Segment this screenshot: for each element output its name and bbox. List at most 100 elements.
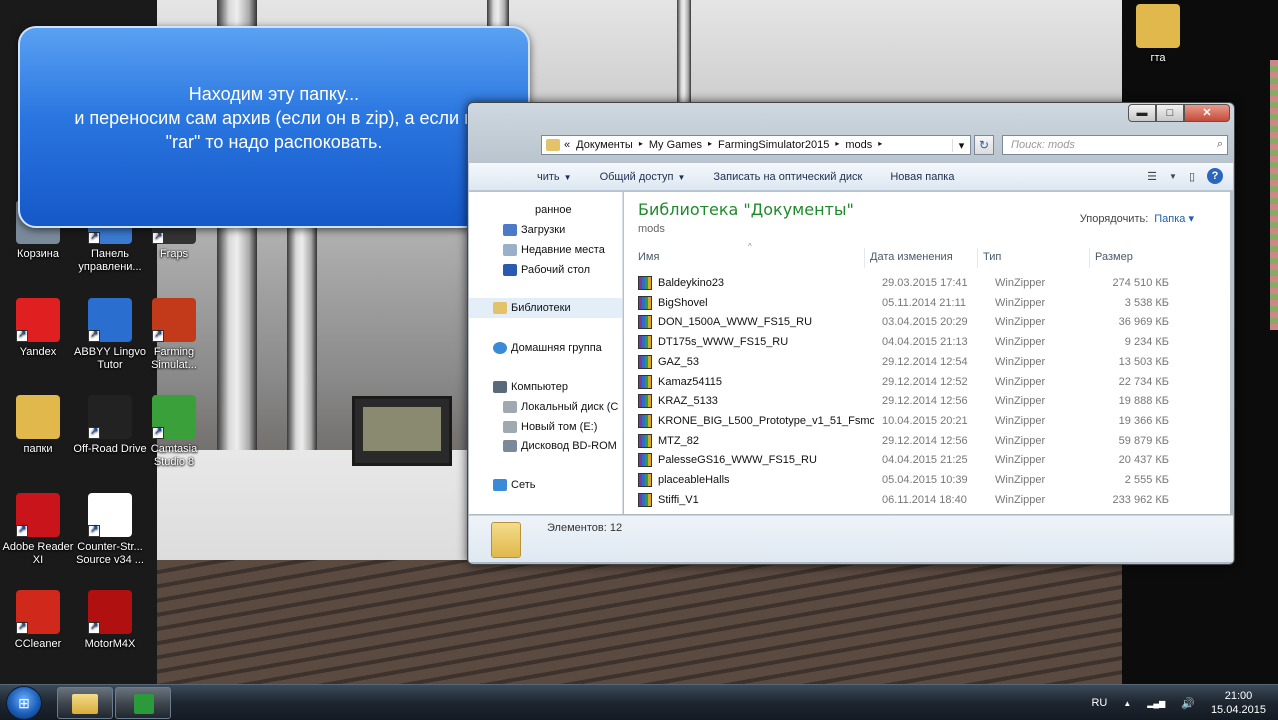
- desktop-icon-yandex[interactable]: Yandex: [0, 298, 76, 359]
- clock[interactable]: 21:00 15.04.2015: [1211, 689, 1266, 717]
- desktop-icon-adobe-reader[interactable]: Adobe Reader XI: [0, 493, 76, 567]
- breadcrumb-separator-icon[interactable]: «: [564, 139, 570, 151]
- breadcrumb-separator-icon[interactable]: ▸: [708, 139, 712, 151]
- folder-icon: [1136, 4, 1180, 48]
- address-dropdown-icon[interactable]: ▾: [952, 138, 970, 152]
- desktop-icon-motorm4x[interactable]: MotorM4X: [72, 590, 148, 651]
- language-indicator[interactable]: RU: [1091, 697, 1107, 709]
- maximize-button[interactable]: □: [1156, 104, 1184, 122]
- file-name: DT175s_WWW_FS15_RU: [658, 336, 789, 349]
- refresh-icon[interactable]: ↻: [974, 135, 994, 155]
- file-row[interactable]: placeableHalls 05.04.2015 10:39 WinZipper 2…: [638, 471, 1198, 490]
- nav-libraries[interactable]: Библиотеки: [469, 298, 622, 318]
- archive-icon: [638, 394, 652, 409]
- breadcrumb-item[interactable]: Документы: [576, 139, 633, 151]
- column-date[interactable]: Дата изменения: [870, 251, 953, 263]
- file-row[interactable]: DT175s_WWW_FS15_RU 04.04.2015 21:13 WinZip…: [638, 333, 1198, 352]
- arrange-dropdown[interactable]: Папка ▾: [1154, 213, 1194, 225]
- nav-downloads[interactable]: Загрузки: [503, 224, 565, 236]
- navigation-pane: ранное Загрузки Недавние места Рабочий с…: [469, 192, 623, 514]
- file-name: PalesseGS16_WWW_FS15_RU: [658, 454, 817, 467]
- search-icon[interactable]: ⌕: [1217, 138, 1223, 151]
- close-button[interactable]: ✕: [1184, 104, 1230, 122]
- file-size: 59 879 КБ: [1118, 434, 1169, 447]
- chevron-down-icon[interactable]: ▼: [1169, 172, 1177, 181]
- organize-button[interactable]: чить ▼: [469, 171, 586, 183]
- burn-button[interactable]: Записать на оптический диск: [699, 171, 876, 183]
- file-list-pane: Библиотека "Документы" mods Упорядочить:…: [624, 192, 1230, 514]
- taskbar-camtasia-button[interactable]: [115, 687, 171, 719]
- file-row[interactable]: GAZ_53 29.12.2014 12:54 WinZipper 13 503 КБ: [638, 353, 1198, 372]
- file-row[interactable]: Baldeykino23 29.03.2015 17:41 WinZipper 274…: [638, 274, 1198, 293]
- breadcrumb-item[interactable]: My Games: [649, 139, 702, 151]
- nav-desktop[interactable]: Рабочий стол: [503, 264, 590, 276]
- nav-recent-places[interactable]: Недавние места: [503, 244, 605, 256]
- breadcrumb-separator-icon[interactable]: ▸: [835, 139, 839, 151]
- desktop-icon-label: гта: [1150, 52, 1166, 64]
- desktop-icon-file[interactable]: Counter-Str... Source v34 ...: [72, 493, 148, 567]
- file-row[interactable]: DON_1500A_WWW_FS15_RU 03.04.2015 20:29 Win…: [638, 313, 1198, 332]
- homegroup-icon: [493, 342, 507, 354]
- nav-bd-rom[interactable]: Дисковод BD-ROM: [503, 440, 617, 452]
- column-separator[interactable]: [977, 248, 978, 268]
- volume-icon[interactable]: 🔊: [1181, 697, 1195, 710]
- share-label: Общий доступ: [599, 170, 674, 183]
- desktop-icon-ccleaner[interactable]: CCleaner: [0, 590, 76, 651]
- new-folder-button[interactable]: Новая папка: [876, 171, 968, 183]
- camtasia-icon: [152, 395, 196, 439]
- breadcrumb-item[interactable]: FarmingSimulator2015: [718, 139, 829, 151]
- file-row[interactable]: KRONE_BIG_L500_Prototype_v1_51_Fsmo... 10…: [638, 412, 1198, 431]
- nav-network[interactable]: Сеть: [493, 479, 535, 491]
- nav-local-disk[interactable]: Локальный диск (C: [503, 401, 618, 413]
- desktop-icon-camtasia[interactable]: Camtasia Studio 8: [136, 395, 212, 469]
- file-row[interactable]: Stiffi_V1 06.11.2014 18:40 WinZipper 233 96…: [638, 491, 1198, 510]
- file-size: 2 555 КБ: [1124, 474, 1169, 486]
- breadcrumb-separator-icon[interactable]: ▸: [878, 139, 882, 151]
- file-row[interactable]: Kamaz54115 29.12.2014 12:52 WinZipper 22 73…: [638, 373, 1198, 392]
- ccleaner-icon: [16, 590, 60, 634]
- preview-pane-icon[interactable]: ▯: [1189, 170, 1195, 183]
- file-row[interactable]: PalesseGS16_WWW_FS15_RU 04.04.2015 21:25 W…: [638, 451, 1198, 470]
- file-row[interactable]: BigShovel 05.11.2014 21:11 WinZipper 3 538 …: [638, 294, 1198, 313]
- breadcrumb-item[interactable]: mods: [845, 139, 872, 151]
- file-row[interactable]: MTZ_82 29.12.2014 12:56 WinZipper 59 879 КБ: [638, 432, 1198, 451]
- clock-date: 15.04.2015: [1210, 704, 1266, 716]
- address-bar[interactable]: « Документы ▸ My Games ▸ FarmingSimulator2015…: [541, 135, 971, 155]
- desktop-icon-folder[interactable]: гта: [1120, 4, 1196, 65]
- nav-computer[interactable]: Компьютер: [493, 381, 568, 393]
- archive-icon: [638, 354, 652, 369]
- search-input[interactable]: Поиск: mods ⌕: [1002, 135, 1228, 155]
- network-icon[interactable]: ▂▄▆: [1147, 699, 1165, 708]
- share-button[interactable]: Общий доступ ▼: [586, 171, 700, 183]
- column-separator[interactable]: [864, 248, 865, 268]
- taskbar-explorer-button[interactable]: [57, 687, 113, 719]
- view-options-icon[interactable]: ☰: [1147, 170, 1157, 183]
- file-name: placeableHalls: [658, 474, 730, 486]
- file-row[interactable]: KRAZ_5133 29.12.2014 12:56 WinZipper 19 888…: [638, 392, 1198, 411]
- nav-label: Библиотеки: [511, 302, 571, 314]
- file-name: DON_1500A_WWW_FS15_RU: [658, 316, 813, 329]
- column-type[interactable]: Тип: [983, 251, 1001, 263]
- file-type: WinZipper: [995, 355, 1046, 368]
- nav-favorites[interactable]: ранное: [535, 204, 572, 216]
- desktop-icon-label: CCleaner: [14, 638, 62, 650]
- column-name[interactable]: Имя: [638, 251, 659, 263]
- shortcut-arrow-icon: [152, 425, 164, 439]
- start-button[interactable]: ⊞: [6, 686, 42, 720]
- computer-icon: [493, 381, 507, 393]
- breadcrumb-separator-icon[interactable]: ▸: [639, 139, 643, 151]
- nav-homegroup[interactable]: Домашняя группа: [493, 342, 602, 354]
- file-date: 29.12.2014 12:52: [882, 375, 968, 388]
- help-icon[interactable]: ?: [1207, 168, 1223, 184]
- minimize-button[interactable]: ▬: [1128, 104, 1156, 122]
- desktop-icon-folder[interactable]: папки: [0, 395, 76, 456]
- file-size: 19 888 КБ: [1118, 395, 1169, 408]
- show-hidden-icons-icon[interactable]: ▲: [1123, 699, 1131, 708]
- file-type: WinZipper: [995, 414, 1046, 427]
- desktop-icon-farming-simulator[interactable]: Farming Simulat...: [136, 298, 212, 372]
- nav-new-volume[interactable]: Новый том (E:): [503, 421, 597, 433]
- file-type: WinZipper: [995, 375, 1046, 388]
- column-separator[interactable]: [1089, 248, 1090, 268]
- column-size[interactable]: Размер: [1095, 251, 1133, 263]
- archive-icon: [638, 453, 652, 468]
